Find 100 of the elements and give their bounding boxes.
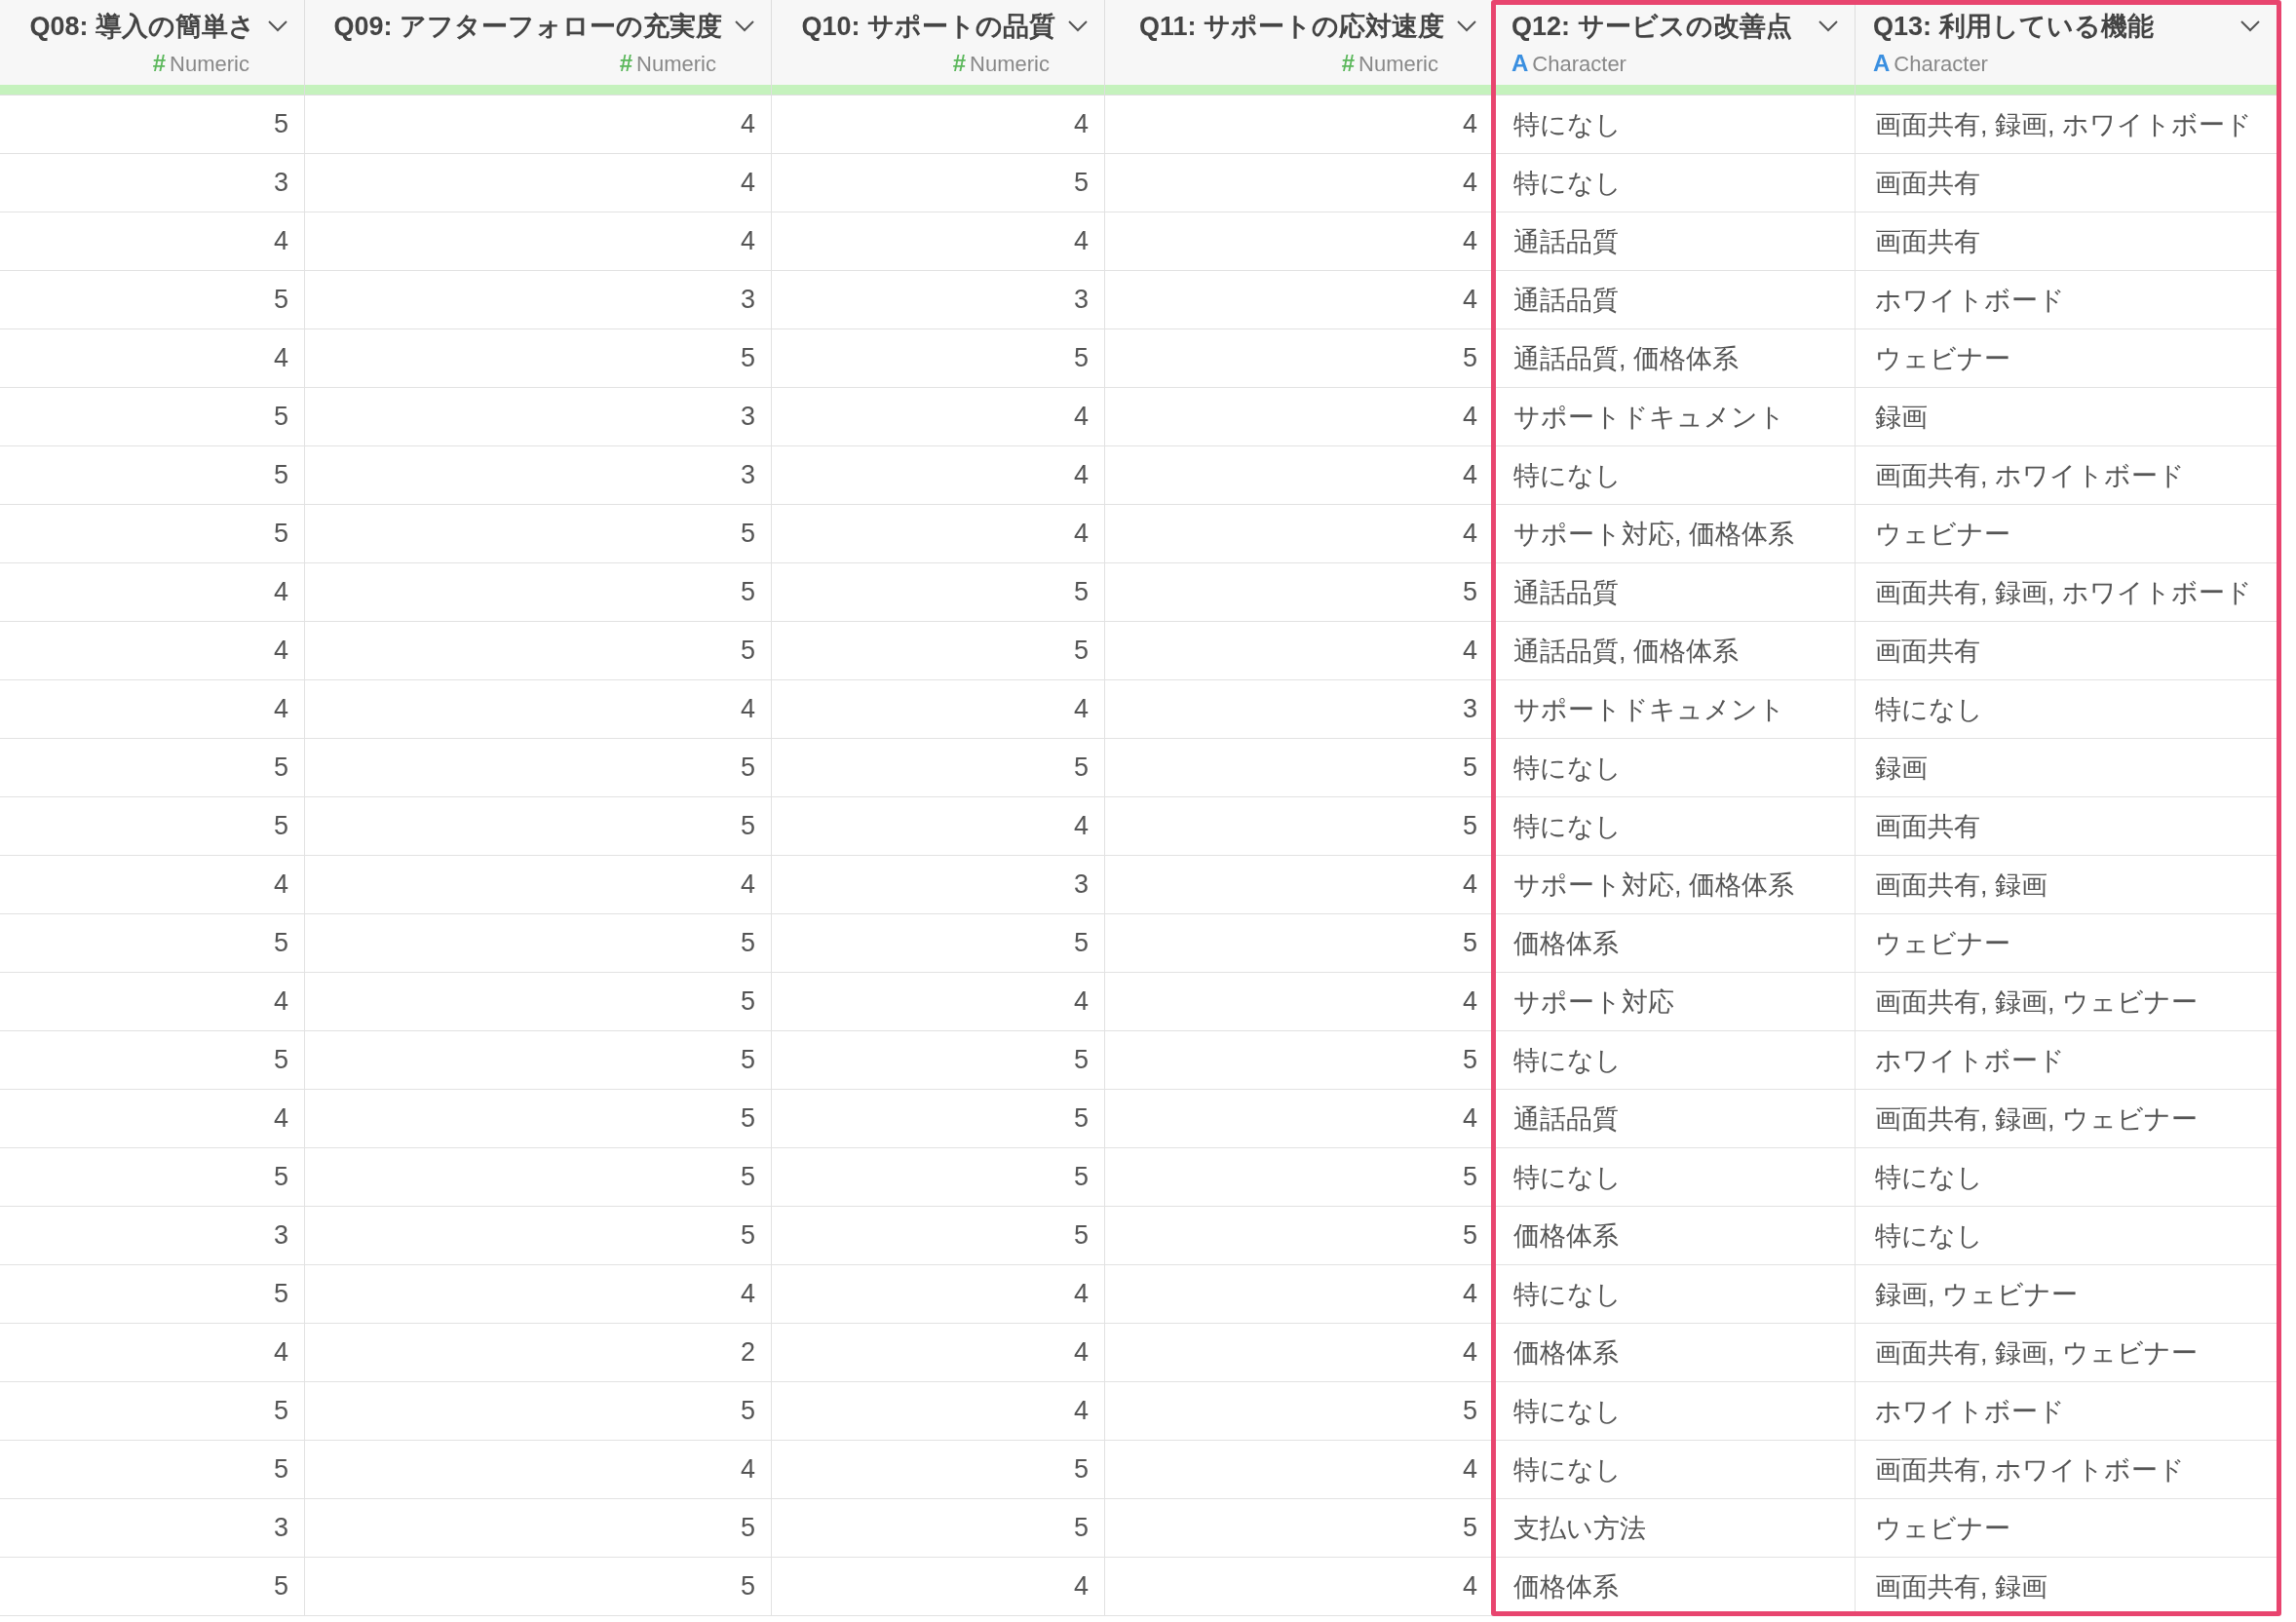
table-cell: 3 xyxy=(772,271,1105,329)
chevron-down-icon[interactable] xyxy=(1818,19,1839,33)
table-cell: 特になし xyxy=(1494,1031,1856,1090)
table-cell: 4 xyxy=(305,212,772,271)
table-cell: 通話品質, 価格体系 xyxy=(1494,622,1856,680)
table-cell: 5 xyxy=(1105,1148,1494,1207)
table-cell: 特になし xyxy=(1856,680,2277,739)
table-cell: サポート対応, 価格体系 xyxy=(1494,505,1856,563)
table-cell: ウェビナー xyxy=(1856,329,2277,388)
table-cell: 4 xyxy=(772,96,1105,154)
table-cell: 5 xyxy=(1105,739,1494,797)
column-type: Numeric xyxy=(1358,51,1438,77)
table-cell: 4 xyxy=(772,797,1105,856)
chevron-down-icon[interactable] xyxy=(1067,19,1089,33)
table-cell: 5 xyxy=(0,797,305,856)
table-cell: 5 xyxy=(0,1382,305,1441)
table-cell: 通話品質 xyxy=(1494,1090,1856,1148)
column-title: Q13: 利用している機能 xyxy=(1873,10,2154,43)
table-cell: ウェビナー xyxy=(1856,1499,2277,1558)
table-cell: 支払い方法 xyxy=(1494,1499,1856,1558)
table-cell: 画面共有, 録画, ウェビナー xyxy=(1856,1090,2277,1148)
table-cell: ホワイトボード xyxy=(1856,1382,2277,1441)
table-cell: 録画 xyxy=(1856,739,2277,797)
table-cell: 4 xyxy=(0,212,305,271)
table-cell: サポート対応, 価格体系 xyxy=(1494,856,1856,914)
chevron-down-icon[interactable] xyxy=(2239,19,2261,33)
table-cell: 画面共有, 録画 xyxy=(1856,856,2277,914)
table-cell: 5 xyxy=(772,154,1105,212)
chevron-down-icon[interactable] xyxy=(1456,19,1477,33)
column-header[interactable]: Q10: サポートの品質 # Numeric xyxy=(772,0,1105,85)
table-cell: 5 xyxy=(0,914,305,973)
column-title: Q09: アフターフォローの充実度 xyxy=(333,10,722,43)
table-cell: 3 xyxy=(305,446,772,505)
table-cell: 4 xyxy=(0,622,305,680)
table-cell: ホワイトボード xyxy=(1856,271,2277,329)
column-header[interactable]: Q11: サポートの応対速度 # Numeric xyxy=(1105,0,1494,85)
table-cell: 画面共有 xyxy=(1856,622,2277,680)
table-cell: 5 xyxy=(0,1441,305,1499)
table-cell: 5 xyxy=(305,1382,772,1441)
table-cell: 4 xyxy=(772,388,1105,446)
table-cell: 価格体系 xyxy=(1494,1558,1856,1616)
table-cell: 5 xyxy=(0,1031,305,1090)
table-cell: 5 xyxy=(305,1558,772,1616)
table-cell: 5 xyxy=(772,1207,1105,1265)
column-type: Numeric xyxy=(970,51,1050,77)
table-cell: 特になし xyxy=(1494,1148,1856,1207)
table-cell: 5 xyxy=(305,739,772,797)
table-cell: 特になし xyxy=(1494,96,1856,154)
table-cell: 5 xyxy=(305,1090,772,1148)
table-cell: 4 xyxy=(1105,154,1494,212)
table-cell: 画面共有, 録画, ウェビナー xyxy=(1856,1324,2277,1382)
table-cell: 特になし xyxy=(1494,797,1856,856)
table-cell: 5 xyxy=(772,1148,1105,1207)
table-cell: 5 xyxy=(0,271,305,329)
table-cell: 4 xyxy=(1105,388,1494,446)
table-cell: 5 xyxy=(305,1499,772,1558)
table-cell: 4 xyxy=(1105,1090,1494,1148)
table-cell: 5 xyxy=(0,446,305,505)
table-cell: 4 xyxy=(0,563,305,622)
table-cell: 特になし xyxy=(1856,1148,2277,1207)
table-cell: 録画 xyxy=(1856,388,2277,446)
table-cell: 録画, ウェビナー xyxy=(1856,1265,2277,1324)
table-cell: 5 xyxy=(772,1441,1105,1499)
table-cell: 5 xyxy=(0,505,305,563)
table-cell: 特になし xyxy=(1494,154,1856,212)
table-cell: 3 xyxy=(0,154,305,212)
column-type: Numeric xyxy=(170,51,249,77)
column-header[interactable]: Q08: 導入の簡単さ # Numeric xyxy=(0,0,305,85)
table-cell: 4 xyxy=(1105,622,1494,680)
table-cell: 4 xyxy=(1105,1265,1494,1324)
table-cell: 5 xyxy=(305,914,772,973)
table-cell: 画面共有, 録画, ホワイトボード xyxy=(1856,96,2277,154)
table-cell: 画面共有, 録画 xyxy=(1856,1558,2277,1616)
table-cell: 5 xyxy=(772,739,1105,797)
table-cell: 特になし xyxy=(1856,1207,2277,1265)
table-cell: 4 xyxy=(772,446,1105,505)
table-cell: 4 xyxy=(1105,271,1494,329)
table-cell: 2 xyxy=(305,1324,772,1382)
table-cell: 4 xyxy=(305,1441,772,1499)
type-mark: A xyxy=(1512,49,1529,77)
table-cell: 5 xyxy=(305,1207,772,1265)
table-cell: 画面共有, 録画, ホワイトボード xyxy=(1856,563,2277,622)
table-cell: 5 xyxy=(305,622,772,680)
table-cell: 4 xyxy=(0,329,305,388)
table-cell: 4 xyxy=(1105,505,1494,563)
table-cell: 5 xyxy=(772,1499,1105,1558)
column-header[interactable]: Q09: アフターフォローの充実度 # Numeric xyxy=(305,0,772,85)
column-type: Character xyxy=(1532,51,1626,77)
table-cell: 5 xyxy=(772,622,1105,680)
table-cell: 画面共有 xyxy=(1856,797,2277,856)
table-cell: 4 xyxy=(1105,973,1494,1031)
table-cell: サポートドキュメント xyxy=(1494,388,1856,446)
table-cell: 5 xyxy=(1105,563,1494,622)
table-cell: 画面共有 xyxy=(1856,212,2277,271)
chevron-down-icon[interactable] xyxy=(734,19,755,33)
table-cell: 4 xyxy=(772,212,1105,271)
table-cell: 5 xyxy=(0,96,305,154)
table-cell: 5 xyxy=(772,329,1105,388)
table-cell: 価格体系 xyxy=(1494,1324,1856,1382)
chevron-down-icon[interactable] xyxy=(267,19,288,33)
